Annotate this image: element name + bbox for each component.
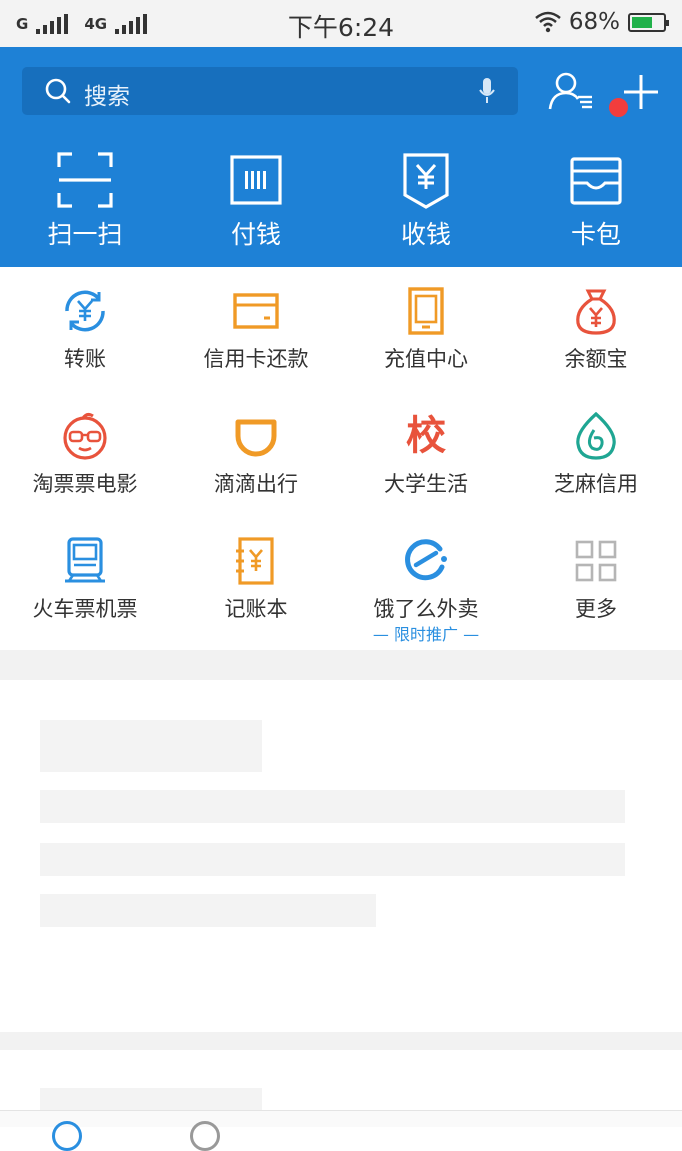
service-grid: 转账 信用卡还款 充值中心 余额宝 淘票票电影 滴滴出行 校 大学生活 芝麻信用…: [0, 267, 682, 650]
receive-money-icon: [403, 153, 449, 209]
grid-item-movie[interactable]: 淘票票电影: [0, 392, 170, 516]
grid-item-yuebao[interactable]: 余额宝: [511, 267, 681, 391]
grid-item-ledger[interactable]: 记账本: [171, 517, 341, 641]
more-grid-icon: [575, 540, 617, 582]
grid-item-transfer[interactable]: 转账: [0, 267, 170, 391]
grid-item-label: 信用卡还款: [203, 347, 309, 371]
scan-icon: [57, 152, 113, 208]
quick-action-label: 扫一扫: [47, 220, 123, 249]
quick-action-card-wallet[interactable]: 卡包: [511, 147, 681, 257]
quick-action-scan[interactable]: 扫一扫: [0, 147, 170, 257]
quick-action-label: 付钱: [230, 220, 281, 249]
battery-percent: 68%: [568, 9, 620, 35]
train-icon: [65, 537, 105, 583]
quick-actions: 扫一扫 付钱 收钱 卡包: [0, 147, 682, 257]
loading-placeholder-line: [40, 843, 625, 876]
quick-action-label: 收钱: [400, 220, 451, 249]
grid-item-sesame[interactable]: 芝麻信用: [511, 392, 681, 516]
notification-badge: [607, 96, 630, 119]
grid-item-more[interactable]: 更多: [511, 517, 681, 641]
tab-icon[interactable]: [52, 1121, 82, 1151]
grid-item-recharge[interactable]: 充值中心: [341, 267, 511, 391]
section-divider: [0, 1032, 682, 1050]
grid-item-credit-card[interactable]: 信用卡还款: [171, 267, 341, 391]
grid-item-label: 大学生活: [384, 472, 468, 496]
bottom-tab-bar: [0, 1110, 682, 1127]
microphone-icon[interactable]: [478, 77, 496, 105]
grid-item-train[interactable]: 火车票机票: [0, 517, 170, 641]
pay-barcode-icon: [230, 155, 282, 205]
battery-icon: [628, 12, 669, 32]
grid-item-label: 更多: [575, 597, 617, 621]
search-placeholder: 搜索: [84, 84, 130, 110]
search-bar[interactable]: 搜索: [22, 67, 518, 115]
phone-recharge-icon: [408, 287, 444, 335]
quick-action-pay[interactable]: 付钱: [171, 147, 341, 257]
section-divider: [0, 650, 682, 680]
status-right: 68%: [535, 9, 669, 35]
wifi-icon: [535, 11, 561, 33]
grid-item-eleme[interactable]: 饿了么外卖 — 限时推广 —: [341, 517, 511, 644]
sesame-credit-icon: [576, 412, 616, 460]
grid-item-label: 饿了么外卖: [373, 597, 479, 621]
grid-item-label: 芝麻信用: [554, 472, 638, 496]
grid-item-label: 充值中心: [384, 347, 468, 371]
loading-placeholder-line: [40, 894, 376, 927]
grid-item-label: 淘票票电影: [32, 472, 138, 496]
grid-item-label: 转账: [64, 347, 106, 371]
promo-tag: — 限时推广 —: [372, 625, 480, 644]
contacts-icon[interactable]: [548, 71, 596, 111]
status-bar: G 4G 下午6:24 68%: [0, 0, 682, 47]
loading-placeholder-line: [40, 790, 625, 823]
grid-item-label: 余额宝: [564, 347, 628, 371]
grid-item-label: 火车票机票: [32, 597, 138, 621]
search-icon: [45, 78, 71, 104]
transfer-icon: [65, 290, 105, 332]
campus-icon: 校: [406, 413, 446, 459]
home-header: 搜索 扫一扫 付钱 收钱 卡包: [0, 47, 682, 267]
credit-card-icon: [233, 293, 279, 329]
card-wallet-icon: [570, 157, 622, 205]
movie-mascot-icon: [63, 412, 107, 460]
quick-action-receive[interactable]: 收钱: [341, 147, 511, 257]
didi-icon: [235, 419, 277, 457]
eleme-icon: [405, 539, 447, 581]
loading-placeholder-title: [40, 720, 262, 772]
grid-item-label: 记账本: [224, 597, 288, 621]
grid-item-didi[interactable]: 滴滴出行: [171, 392, 341, 516]
quick-action-label: 卡包: [570, 220, 621, 249]
grid-item-label: 滴滴出行: [214, 472, 298, 496]
ledger-icon: [236, 537, 274, 585]
tab-icon[interactable]: [190, 1121, 220, 1151]
money-bag-icon: [576, 289, 616, 335]
grid-item-campus[interactable]: 校 大学生活: [341, 392, 511, 516]
